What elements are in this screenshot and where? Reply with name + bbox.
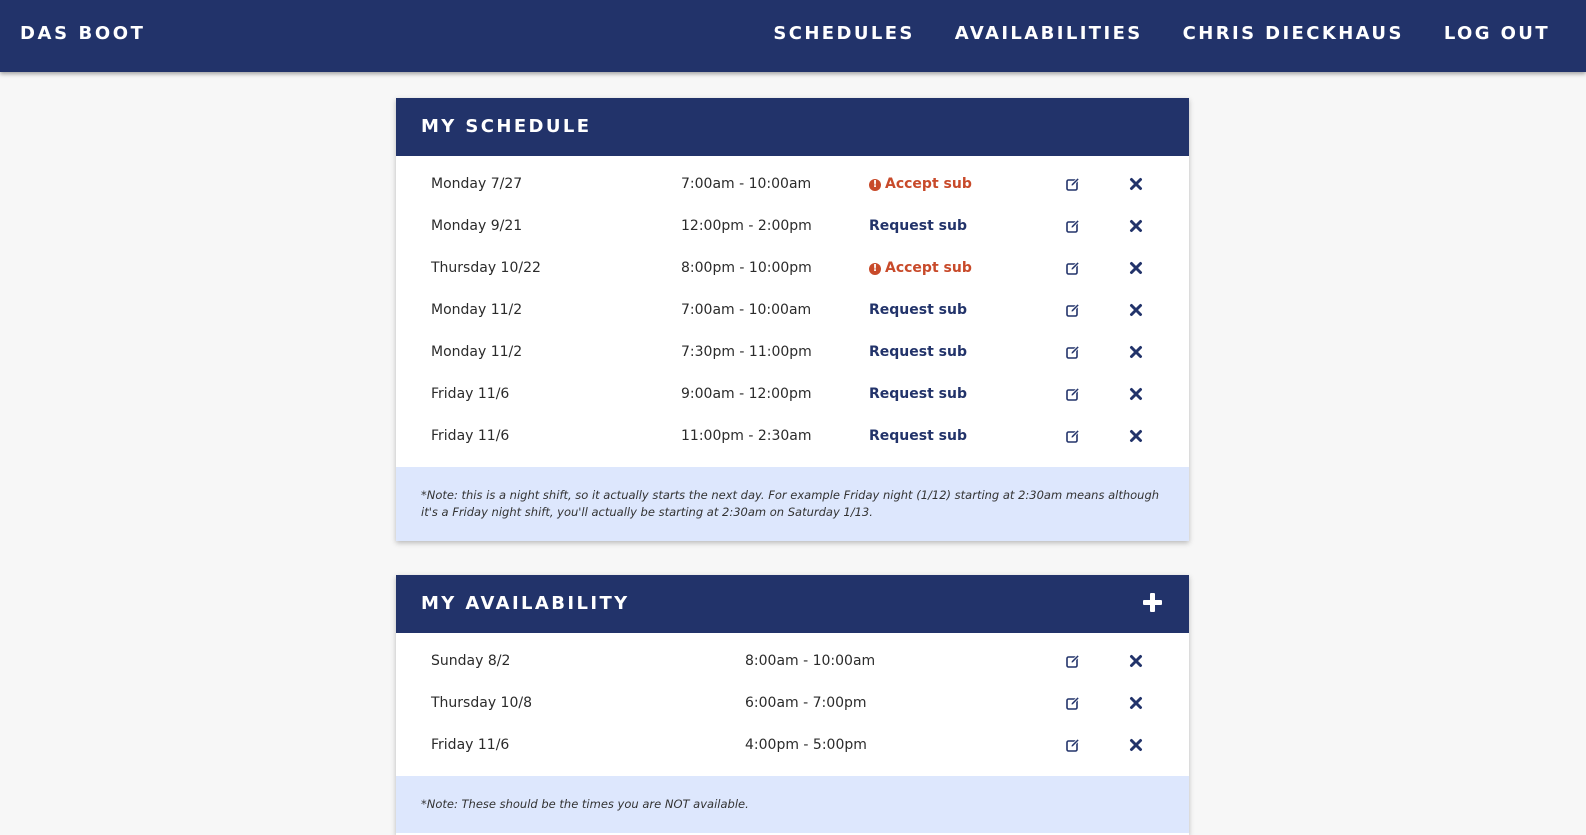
schedule-row: Friday 11/6 9:00am - 12:00pm Request sub: [396, 374, 1189, 416]
close-icon[interactable]: [1129, 387, 1143, 401]
edit-icon[interactable]: [1066, 303, 1080, 317]
edit-icon[interactable]: [1066, 345, 1080, 359]
close-icon[interactable]: [1129, 261, 1143, 275]
availability-day: Thursday 10/8: [431, 695, 532, 711]
schedule-time: 7:30pm - 11:00pm: [681, 344, 812, 360]
accept-sub-link[interactable]: ! Accept sub: [869, 260, 972, 276]
request-sub-link[interactable]: Request sub: [869, 428, 967, 444]
schedule-time: 11:00pm - 2:30am: [681, 428, 812, 444]
edit-icon[interactable]: [1066, 738, 1080, 752]
schedule-panel: MY SCHEDULE Monday 7/27 7:00am - 10:00am!…: [396, 98, 1189, 541]
action-label: Request sub: [869, 344, 967, 360]
availability-title: MY AVAILABILITY: [421, 593, 630, 614]
schedule-day: Monday 11/2: [431, 344, 523, 360]
edit-icon[interactable]: [1066, 177, 1080, 191]
close-icon[interactable]: [1129, 177, 1143, 191]
top-navbar: DAS BOOT SCHEDULES AVAILABILITIES CHRIS …: [0, 0, 1586, 72]
nav-user-profile[interactable]: CHRIS DIECKHAUS: [1183, 23, 1404, 44]
schedule-day: Monday 7/27: [431, 176, 523, 192]
schedule-day: Monday 9/21: [431, 218, 523, 234]
edit-icon[interactable]: [1066, 429, 1080, 443]
request-sub-link[interactable]: Request sub: [869, 386, 967, 402]
schedule-day: Friday 11/6: [431, 428, 510, 444]
request-sub-link[interactable]: Request sub: [869, 302, 967, 318]
schedule-row: Monday 7/27 7:00am - 10:00am! Accept sub: [396, 164, 1189, 206]
schedule-row: Monday 11/2 7:30pm - 11:00pm Request sub: [396, 332, 1189, 374]
availability-panel: MY AVAILABILITY Sunday 8/2 8:00am - 10:00…: [396, 575, 1189, 835]
add-availability-button[interactable]: [1142, 592, 1164, 614]
availability-row: Thursday 10/8 6:00am - 7:00pm: [396, 683, 1189, 725]
close-icon[interactable]: [1129, 429, 1143, 443]
action-label: Request sub: [869, 428, 967, 444]
schedule-day: Thursday 10/22: [431, 260, 541, 276]
action-label: Request sub: [869, 386, 967, 402]
availability-note: *Note: These should be the times you are…: [396, 776, 1189, 833]
nav-availabilities[interactable]: AVAILABILITIES: [955, 23, 1143, 44]
schedule-time: 8:00pm - 10:00pm: [681, 260, 812, 276]
schedule-list: Monday 7/27 7:00am - 10:00am! Accept sub Mo…: [396, 156, 1189, 467]
nav-log-out[interactable]: LOG OUT: [1444, 23, 1550, 44]
action-label: Accept sub: [885, 176, 972, 192]
request-sub-link[interactable]: Request sub: [869, 344, 967, 360]
schedule-row: Monday 11/2 7:00am - 10:00am Request sub: [396, 290, 1189, 332]
close-icon[interactable]: [1129, 219, 1143, 233]
schedule-title: MY SCHEDULE: [421, 116, 592, 137]
nav-links: SCHEDULES AVAILABILITIES CHRIS DIECKHAUS…: [773, 23, 1550, 44]
schedule-panel-header: MY SCHEDULE: [396, 98, 1189, 156]
schedule-row: Friday 11/6 11:00pm - 2:30am Request sub: [396, 416, 1189, 458]
schedule-time: 12:00pm - 2:00pm: [681, 218, 812, 234]
availability-time: 8:00am - 10:00am: [745, 653, 876, 669]
request-sub-link[interactable]: Request sub: [869, 218, 967, 234]
edit-icon[interactable]: [1066, 261, 1080, 275]
edit-icon[interactable]: [1066, 387, 1080, 401]
close-icon[interactable]: [1129, 738, 1143, 752]
schedule-note: *Note: this is a night shift, so it actu…: [396, 467, 1189, 541]
nav-schedules[interactable]: SCHEDULES: [773, 23, 914, 44]
action-label: Accept sub: [885, 260, 972, 276]
schedule-row: Thursday 10/22 8:00pm - 10:00pm! Accept su…: [396, 248, 1189, 290]
availability-list: Sunday 8/2 8:00am - 10:00am Thursday 10/8 6…: [396, 633, 1189, 776]
availability-time: 6:00am - 7:00pm: [745, 695, 867, 711]
availability-row: Friday 11/6 4:00pm - 5:00pm: [396, 725, 1189, 767]
availability-time: 4:00pm - 5:00pm: [745, 737, 867, 753]
schedule-row: Monday 9/21 12:00pm - 2:00pm Request sub: [396, 206, 1189, 248]
close-icon[interactable]: [1129, 345, 1143, 359]
edit-icon[interactable]: [1066, 696, 1080, 710]
schedule-day: Friday 11/6: [431, 386, 510, 402]
edit-icon[interactable]: [1066, 654, 1080, 668]
accept-sub-link[interactable]: ! Accept sub: [869, 176, 972, 192]
brand-logo[interactable]: DAS BOOT: [20, 23, 146, 44]
availability-day: Friday 11/6: [431, 737, 510, 753]
close-icon[interactable]: [1129, 696, 1143, 710]
close-icon[interactable]: [1129, 654, 1143, 668]
schedule-day: Monday 11/2: [431, 302, 523, 318]
schedule-time: 7:00am - 10:00am: [681, 176, 812, 192]
action-label: Request sub: [869, 218, 967, 234]
action-label: Request sub: [869, 302, 967, 318]
availability-day: Sunday 8/2: [431, 653, 511, 669]
schedule-time: 7:00am - 10:00am: [681, 302, 812, 318]
schedule-time: 9:00am - 12:00pm: [681, 386, 812, 402]
alert-circle-icon: !: [869, 179, 881, 191]
availability-panel-header: MY AVAILABILITY: [396, 575, 1189, 633]
alert-circle-icon: !: [869, 263, 881, 275]
close-icon[interactable]: [1129, 303, 1143, 317]
edit-icon[interactable]: [1066, 219, 1080, 233]
availability-row: Sunday 8/2 8:00am - 10:00am: [396, 641, 1189, 683]
